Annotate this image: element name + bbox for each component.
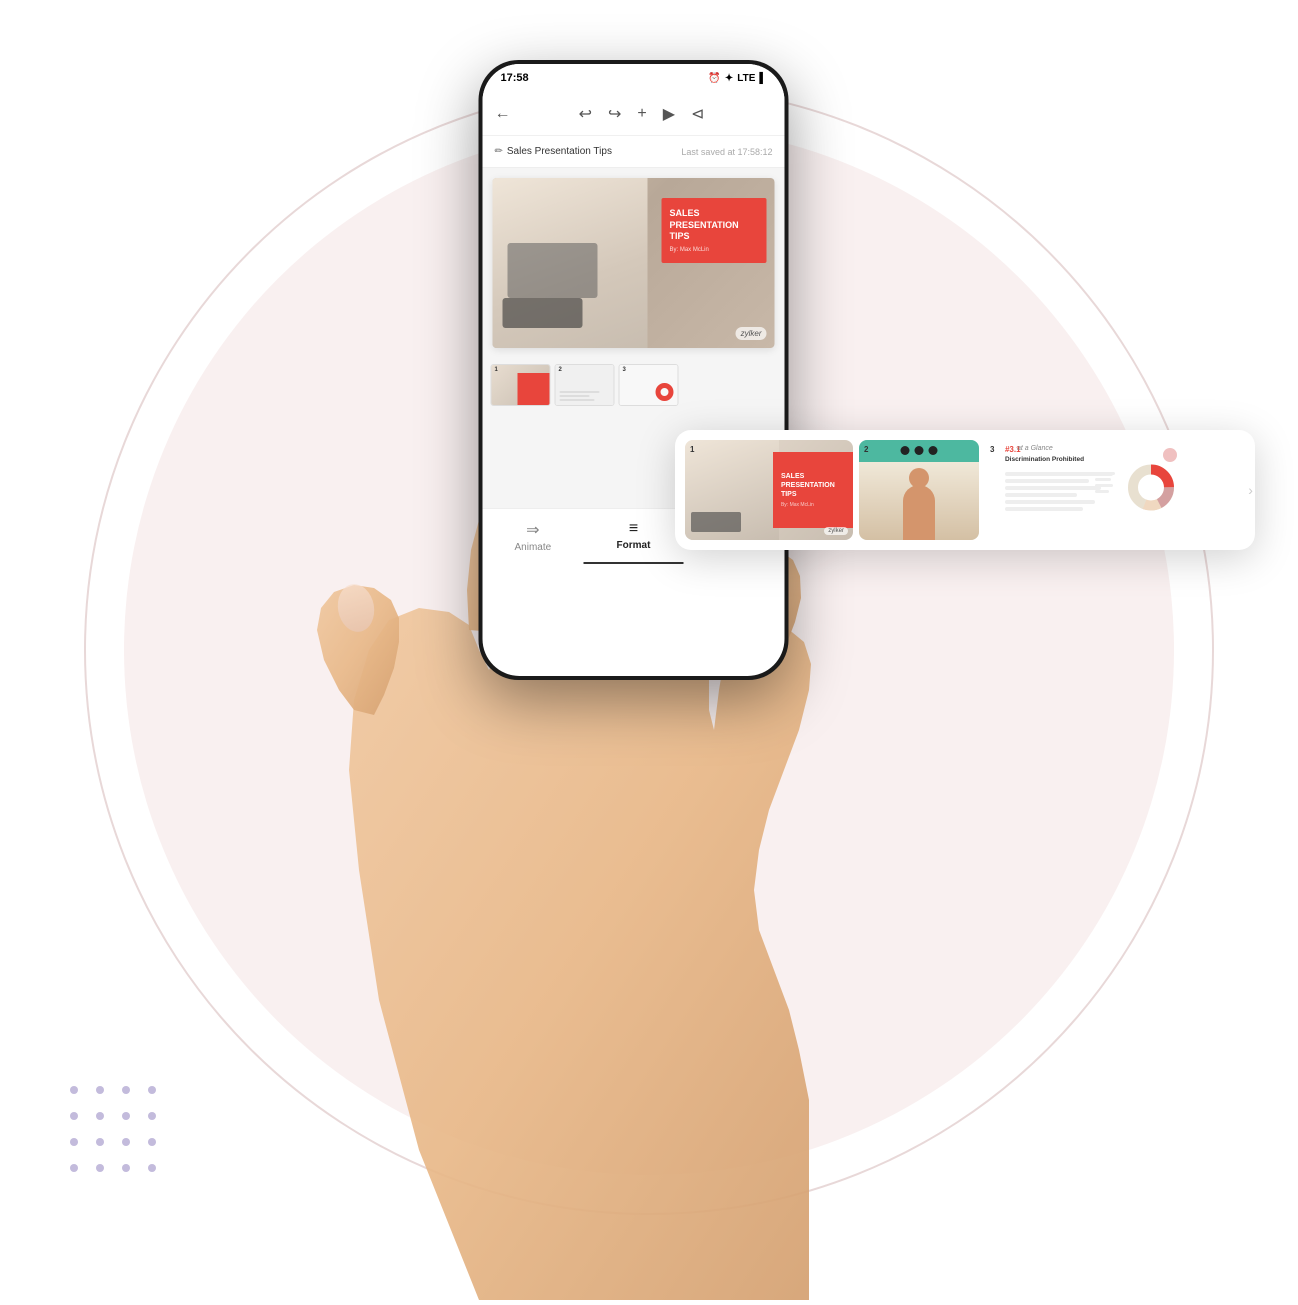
phone: 17:58 ⏰ ✦ LTE ▌ ← ↩ ↪ + ▶ ⊲	[479, 60, 789, 680]
ps3-number: 3	[990, 445, 994, 454]
slide-photo	[493, 178, 648, 348]
signal-icon: ✦	[725, 73, 733, 84]
status-time: 17:58	[501, 72, 529, 84]
doc-title-text: Sales Presentation Tips	[507, 146, 612, 157]
animate-label: Animate	[514, 542, 551, 553]
redo-button[interactable]: ↪	[608, 104, 621, 124]
doc-title-left: ✏ Sales Presentation Tips	[495, 146, 612, 157]
ps2-number: 2	[864, 445, 868, 454]
pencil-icon: ✏	[495, 146, 503, 157]
main-slide[interactable]: SALES PRESENTATION TIPS By: Max McLin zy…	[493, 178, 775, 348]
scene: 17:58 ⏰ ✦ LTE ▌ ← ↩ ↪ + ▶ ⊲	[0, 0, 1298, 1300]
panel-slide-1[interactable]: SALES PRESENTATION TIPS By: Max McLin 1 …	[685, 440, 853, 540]
status-icons: ⏰ ✦ LTE ▌	[708, 73, 766, 84]
ps3-subtitle: Discrimination Prohibited	[1005, 456, 1084, 463]
tab-format[interactable]: ≡ Format	[583, 509, 684, 564]
ps3-donut-chart	[1125, 462, 1177, 519]
panel-slide-3[interactable]: 3 #3.1 Discrimination Prohibited	[985, 440, 1185, 540]
ps3-accent-dot	[1163, 448, 1177, 462]
slide-logo: zylker	[736, 327, 767, 340]
slide-title-box: SALES PRESENTATION TIPS By: Max McLin	[662, 198, 767, 263]
slide-title: SALES PRESENTATION TIPS	[670, 208, 759, 243]
nav-center: ↩ ↪ + ▶ ⊲	[579, 104, 705, 124]
nav-left: ←	[495, 105, 511, 123]
lte-icon: LTE	[737, 73, 755, 84]
thumbnail-strip: 1 2 3	[483, 358, 785, 412]
undo-button[interactable]: ↩	[579, 104, 592, 124]
panel-next-arrow[interactable]: ›	[1248, 482, 1253, 498]
share-button[interactable]: ⊲	[691, 104, 704, 124]
nav-bar: ← ↩ ↪ + ▶ ⊲	[483, 92, 785, 136]
ps1-number: 1	[690, 445, 694, 454]
dot-grid-decoration	[70, 1086, 156, 1190]
animate-icon: ⇒	[526, 520, 539, 540]
panel-slide-2[interactable]: 2	[859, 440, 979, 540]
battery-icon: ▌	[759, 73, 766, 84]
tab-animate[interactable]: ⇒ Animate	[483, 509, 584, 564]
back-button[interactable]: ←	[495, 105, 511, 123]
play-button[interactable]: ▶	[663, 104, 675, 124]
thumb-1[interactable]: 1	[491, 364, 551, 406]
alarm-icon: ⏰	[708, 73, 720, 84]
status-bar: 17:58 ⏰ ✦ LTE ▌	[483, 64, 785, 92]
thumb-3[interactable]: 3	[619, 364, 679, 406]
slide-author: By: Max McLin	[670, 247, 759, 253]
ps1-logo: zylker	[824, 527, 848, 535]
doc-title-bar: ✏ Sales Presentation Tips Last saved at …	[483, 136, 785, 168]
add-button[interactable]: +	[637, 105, 646, 123]
format-label: Format	[617, 540, 651, 551]
phone-screen: 17:58 ⏰ ✦ LTE ▌ ← ↩ ↪ + ▶ ⊲	[483, 64, 785, 676]
ps1-title: SALES PRESENTATION TIPS	[781, 472, 845, 499]
doc-saved-text: Last saved at 17:58:12	[681, 147, 772, 157]
thumb-2[interactable]: 2	[555, 364, 615, 406]
slide-panel: SALES PRESENTATION TIPS By: Max McLin 1 …	[675, 430, 1255, 550]
format-icon: ≡	[629, 520, 638, 538]
ps3-glance-text: at a Glance	[1017, 445, 1053, 452]
